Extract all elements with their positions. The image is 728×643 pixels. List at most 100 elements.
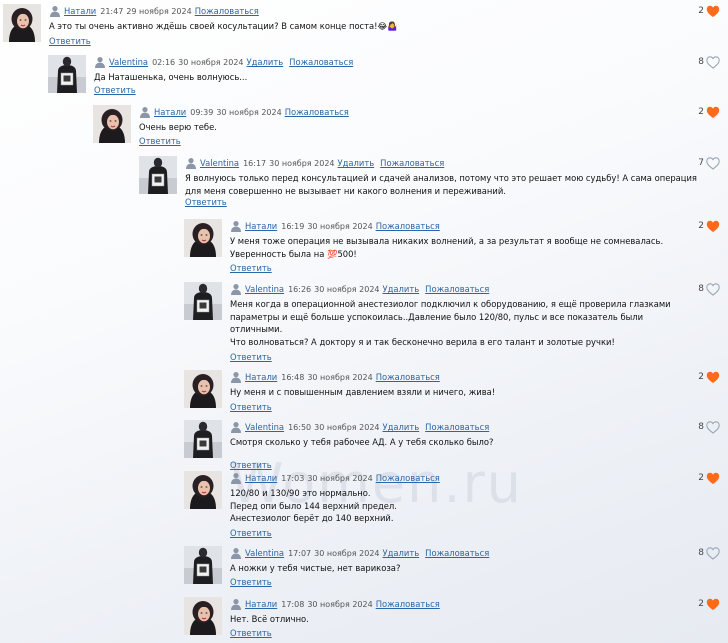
avatar[interactable] — [184, 420, 222, 458]
author-link[interactable]: Valentina — [245, 422, 284, 432]
like-count: 2 — [698, 6, 704, 16]
report-link[interactable]: Пожаловаться — [425, 284, 489, 294]
report-link[interactable]: Пожаловаться — [425, 422, 489, 432]
avatar[interactable] — [184, 282, 222, 320]
comment-body: Я волнуюсь только перед консультацией и … — [185, 172, 697, 197]
comment-time: 16:26 — [288, 284, 312, 294]
comment-text-line: Меня когда в операционной анестезиолог п… — [230, 299, 671, 309]
delete-link[interactable]: Удалить — [338, 158, 375, 168]
comment-time: 16:19 — [281, 221, 305, 231]
reply-link[interactable]: Ответить — [230, 528, 272, 538]
comment-body: Да Наташенька, очень волнуюсь... — [94, 71, 247, 84]
heart-filled-icon[interactable] — [706, 5, 720, 18]
reply-link[interactable]: Ответить — [230, 628, 272, 638]
comment-meta: Натали 17:08 30 ноября 2024 Пожаловаться — [230, 597, 440, 611]
comment-text-line: Нет. Всё отлично. — [230, 614, 309, 624]
heart-outline-icon[interactable] — [706, 282, 720, 296]
comment-text-line: Я волнуюсь только перед консультацией и … — [185, 173, 697, 183]
like-count: 2 — [698, 107, 704, 117]
comment: Натали 17:03 30 ноября 2024 Пожаловаться 120… — [184, 471, 728, 540]
author-link[interactable]: Натали — [245, 599, 277, 609]
comment-date: 30 ноября 2024 — [216, 107, 282, 117]
comment-time: 21:47 — [100, 6, 124, 16]
comment-time: 09:39 — [190, 107, 214, 117]
comment-date: 30 ноября 2024 — [307, 221, 373, 231]
heart-outline-icon[interactable] — [706, 546, 720, 560]
avatar[interactable] — [139, 156, 177, 194]
author-link[interactable]: Valentina — [245, 284, 284, 294]
reply-link[interactable]: Ответить — [230, 460, 272, 470]
avatar[interactable] — [93, 105, 131, 143]
comment-thread: Women.ru Натали 21:47 29 ноября 2024 Пожало… — [0, 0, 728, 643]
avatar[interactable] — [184, 370, 222, 408]
comment-text-line: Ну меня и с повышенным давлением взяли и… — [230, 387, 496, 397]
user-icon — [186, 158, 196, 169]
reply-link[interactable]: Ответить — [230, 402, 272, 412]
like-count: 2 — [698, 599, 704, 609]
report-link[interactable]: Пожаловаться — [425, 548, 489, 558]
like-count: 2 — [698, 473, 704, 483]
delete-link[interactable]: Удалить — [247, 57, 284, 67]
author-link[interactable]: Valentina — [109, 57, 148, 67]
comment-body: А это ты очень активно ждёшь своей косул… — [49, 20, 398, 33]
author-link[interactable]: Valentina — [200, 158, 239, 168]
avatar[interactable] — [184, 471, 222, 509]
likes: 8 — [698, 55, 720, 69]
avatar[interactable] — [48, 55, 86, 93]
author-link[interactable]: Valentina — [245, 548, 284, 558]
heart-outline-icon[interactable] — [706, 55, 720, 69]
report-link[interactable]: Пожаловаться — [376, 372, 440, 382]
reply-link[interactable]: Ответить — [49, 36, 91, 46]
reply-link[interactable]: Ответить — [230, 263, 272, 273]
avatar[interactable] — [184, 597, 222, 635]
comment-meta: Valentina 16:26 30 ноября 2024 Удалить Пожал… — [230, 282, 489, 296]
report-link[interactable]: Пожаловаться — [285, 107, 349, 117]
comment-time: 16:50 — [288, 422, 312, 432]
avatar[interactable] — [3, 4, 41, 42]
report-link[interactable]: Пожаловаться — [376, 473, 440, 483]
author-link[interactable]: Натали — [245, 473, 277, 483]
user-icon — [231, 473, 241, 484]
comment: Натали 16:48 30 ноября 2024 Пожаловаться Ну … — [184, 370, 728, 414]
heart-filled-icon[interactable] — [706, 598, 720, 611]
report-link[interactable]: Пожаловаться — [376, 599, 440, 609]
likes: 2 — [698, 597, 720, 611]
reply-link[interactable]: Ответить — [230, 352, 272, 362]
avatar[interactable] — [184, 546, 222, 584]
heart-filled-icon[interactable] — [706, 371, 720, 384]
report-link[interactable]: Пожаловаться — [289, 57, 353, 67]
comment-meta: Valentina 02:16 30 ноября 2024 Удалить Пожал… — [94, 55, 353, 69]
comment-date: 30 ноября 2024 — [178, 57, 244, 67]
report-link[interactable]: Пожаловаться — [376, 221, 440, 231]
reply-link[interactable]: Ответить — [185, 197, 227, 207]
comment-date: 29 ноября 2024 — [126, 6, 192, 16]
reply-link[interactable]: Ответить — [139, 136, 181, 146]
comment-text-line: А это ты очень активно ждёшь своей косул… — [49, 21, 398, 31]
delete-link[interactable]: Удалить — [383, 548, 420, 558]
heart-filled-icon[interactable] — [706, 220, 720, 233]
author-link[interactable]: Натали — [245, 221, 277, 231]
comment-meta: Valentina 17:07 30 ноября 2024 Удалить Пожал… — [230, 546, 489, 560]
reply-link[interactable]: Ответить — [94, 85, 136, 95]
heart-filled-icon[interactable] — [706, 106, 720, 119]
comment: Натали 16:19 30 ноября 2024 Пожаловаться У м… — [184, 219, 728, 275]
comment: Натали 17:08 30 ноября 2024 Пожаловаться Нет… — [184, 597, 728, 640]
heart-filled-icon[interactable] — [706, 472, 720, 485]
author-link[interactable]: Натали — [154, 107, 186, 117]
heart-outline-icon[interactable] — [706, 420, 720, 434]
author-link[interactable]: Натали — [245, 372, 277, 382]
report-link[interactable]: Пожаловаться — [195, 6, 259, 16]
comment-time: 16:48 — [281, 372, 305, 382]
report-link[interactable]: Пожаловаться — [380, 158, 444, 168]
delete-link[interactable]: Удалить — [383, 284, 420, 294]
comment-meta: Valentina 16:17 30 ноября 2024 Удалить Пожал… — [185, 156, 444, 170]
comment: Valentina 16:17 30 ноября 2024 Удалить Пожал… — [139, 156, 728, 209]
delete-link[interactable]: Удалить — [383, 422, 420, 432]
heart-outline-icon[interactable] — [706, 156, 720, 170]
avatar[interactable] — [184, 219, 222, 257]
author-link[interactable]: Натали — [64, 6, 96, 16]
reply-link[interactable]: Ответить — [230, 577, 272, 587]
comment-body: 120/80 и 130/90 это нормально. Перед опи … — [230, 487, 397, 525]
comment-meta: Натали 21:47 29 ноября 2024 Пожаловаться — [49, 4, 259, 18]
likes: 2 — [698, 219, 720, 233]
